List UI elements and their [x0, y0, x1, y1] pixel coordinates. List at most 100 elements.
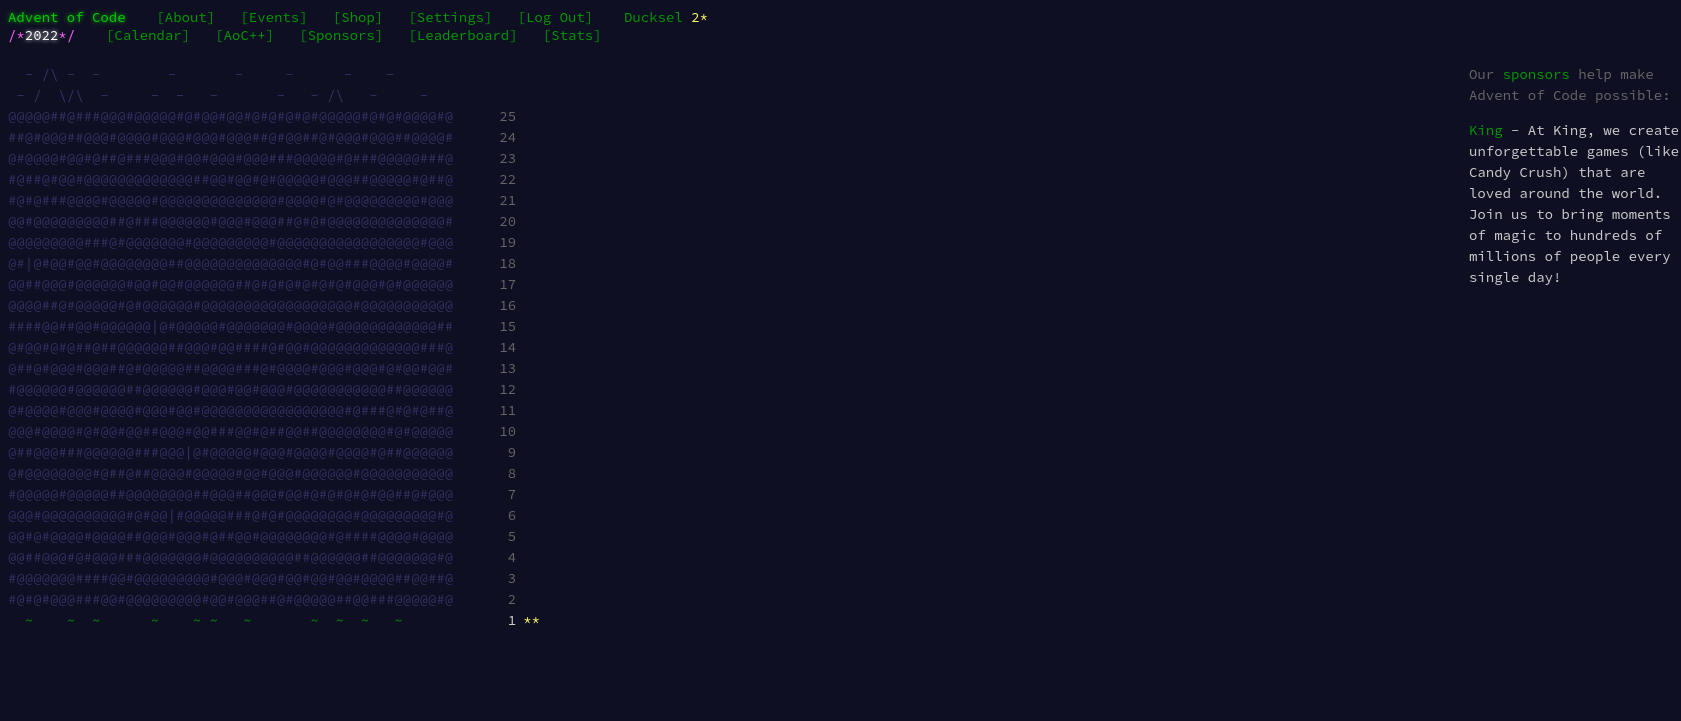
- calendar-day-17[interactable]: @@##@@@#@@@@@@#@@#@@#@@@@@@##@#@#@#@#@#@…: [8, 274, 540, 295]
- nav-shop[interactable]: [Shop]: [333, 8, 383, 26]
- calendar-day-number: 11: [499, 400, 516, 421]
- calendar-art: ~ ~ ~ ~ ~ ~ ~ ~ ~ ~ ~: [8, 611, 478, 629]
- calendar-day-18[interactable]: @#|@#@@#@@#@@@@@@@@##@@@@@@@@@@@@@@#@#@@…: [8, 253, 540, 274]
- calendar-art: @@@@@##@###@@@#@@@@@#@#@@#@@#@#@#@#@#@@@…: [8, 107, 478, 125]
- calendar-art: - /\ - - - - - - -: [8, 65, 478, 83]
- calendar-decoration: - /\ - - - - - - -: [8, 64, 540, 85]
- nav-logout[interactable]: [Log Out]: [518, 8, 594, 26]
- calendar-art: #@##@#@@#@@@@@@@@@@@@@##@@#@@#@#@@@@@#@@…: [8, 170, 478, 188]
- calendar-day-number: 8: [499, 463, 516, 484]
- sponsor-link[interactable]: King: [1469, 121, 1503, 139]
- sponsor-description: - At King, we create unforgettable games…: [1469, 121, 1679, 286]
- calendar-day-11[interactable]: @#@@@@#@@@#@@@@#@@@#@@#@@@@@@@@@@@@@@@@@…: [8, 400, 540, 421]
- calendar-art: #@#@#@@@###@@#@@@@@@@@@#@@#@@@##@#@@@@@#…: [8, 590, 478, 608]
- calendar-day-9[interactable]: @##@@@###@@@@@@###@@@|@#@@@@@#@@@#@@@@#@…: [8, 442, 540, 463]
- nav-stats[interactable]: [Stats]: [543, 26, 602, 44]
- sidebar: Our sponsors help make Advent of Code po…: [1469, 64, 1681, 302]
- calendar-day-number: 5: [499, 526, 516, 547]
- calendar-day-number: 6: [499, 505, 516, 526]
- calendar-day-20[interactable]: @@#@@@@@@@@@##@###@@@@@@#@@@#@@@##@#@#@@…: [8, 211, 540, 232]
- calendar-day-4[interactable]: @@##@@@#@#@@@###@@@@@@@#@@@@@@@@@@##@@@@…: [8, 547, 540, 568]
- calendar-art: #@@@@@@@####@@#@@@@@@@@@#@@@#@@@#@@#@@#@…: [8, 569, 478, 587]
- calendar-day-1[interactable]: ~ ~ ~ ~ ~ ~ ~ ~ ~ ~ ~ 1 **: [8, 610, 540, 631]
- calendar-day-7[interactable]: #@@@@@#@@@@@##@@@@@@@@##@@@##@@@#@@#@#@#…: [8, 484, 540, 505]
- calendar-day-19[interactable]: @@@@@@@@@###@#@@@@@@@#@@@@@@@@@#@@@@@@@@…: [8, 232, 540, 253]
- calendar-day-number: 20: [499, 211, 516, 232]
- user-star-count: 2*: [691, 8, 708, 26]
- event-title: /*2022*/: [8, 26, 89, 44]
- event-year-link[interactable]: 2022: [25, 26, 59, 44]
- sponsor-intro: Our sponsors help make Advent of Code po…: [1469, 64, 1679, 106]
- calendar-art: @@##@@@#@#@@@###@@@@@@@#@@@@@@@@@@##@@@@…: [8, 548, 478, 566]
- calendar-day-15[interactable]: ####@@##@@#@@@@@@|@#@@@@@#@@@@@@@#@@@@#@…: [8, 316, 540, 337]
- calendar-day-6[interactable]: @@@#@@@@@@@@@@#@#@@|#@@@@@###@#@#@@@@@@@…: [8, 505, 540, 526]
- calendar-day-21[interactable]: #@#@###@@@@#@@@@@#@@@@@@@@@@@@@@#@@@@#@#…: [8, 190, 540, 211]
- calendar-art: @@##@@@#@@@@@@#@@#@@#@@@@@@##@#@#@#@#@#@…: [8, 275, 478, 293]
- calendar-day-number: 18: [499, 253, 516, 274]
- home-link[interactable]: Advent of Code: [8, 8, 126, 26]
- calendar-day-number: 7: [499, 484, 516, 505]
- calendar-day-25[interactable]: @@@@@##@###@@@#@@@@@#@#@@#@@#@#@#@#@#@@@…: [8, 106, 540, 127]
- title-decoration-right: */: [58, 26, 75, 44]
- calendar-day-stars: **: [523, 611, 540, 629]
- calendar-day-24[interactable]: ##@#@@@##@@@#@@@@#@@@#@@@#@@@##@#@@##@#@…: [8, 127, 540, 148]
- calendar-day-8[interactable]: @#@@@@@@@@#@##@##@@@@#@@@@@#@@#@@@#@@@@@…: [8, 463, 540, 484]
- calendar-art: @#|@#@@#@@#@@@@@@@@##@@@@@@@@@@@@@@#@#@@…: [8, 254, 478, 272]
- user-name: Ducksel: [624, 8, 683, 26]
- calendar-day-2[interactable]: #@#@#@@@###@@#@@@@@@@@@#@@#@@@##@#@@@@@#…: [8, 589, 540, 610]
- site-title: Advent of Code: [8, 8, 140, 26]
- calendar-day-number: 25: [499, 106, 516, 127]
- calendar-day-number: 14: [499, 337, 516, 358]
- main-content: - /\ - - - - - - - - / \/\ - - - - - - /…: [8, 64, 1681, 631]
- calendar-art: ####@@##@@#@@@@@@|@#@@@@@#@@@@@@@#@@@@#@…: [8, 317, 478, 335]
- calendar-art: @@@#@@@@@@@@@@#@#@@|#@@@@@###@#@#@@@@@@@…: [8, 506, 478, 524]
- calendar-day-3[interactable]: #@@@@@@@####@@#@@@@@@@@@#@@@#@@@#@@#@@#@…: [8, 568, 540, 589]
- calendar-day-5[interactable]: @@#@#@@@@#@@@@##@@@#@@@#@##@@#@@@@@@@@#@…: [8, 526, 540, 547]
- sponsor-entry: King - At King, we create unforgettable …: [1469, 120, 1679, 288]
- calendar-day-number: 3: [499, 568, 516, 589]
- calendar-art: @#@@@@#@@@#@@@@#@@@#@@#@@@@@@@@@@@@@@@@@…: [8, 401, 478, 419]
- calendar-art: @@@@@@@@@###@#@@@@@@@#@@@@@@@@@#@@@@@@@@…: [8, 233, 478, 251]
- calendar-art: @@@@##@#@@@@@#@#@@@@@@#@@@@@@@@@@@@@@@@@…: [8, 296, 478, 314]
- nav-about[interactable]: [About]: [156, 8, 215, 26]
- calendar-day-number: 19: [499, 232, 516, 253]
- calendar-day-13[interactable]: @##@#@@@#@@@##@#@@@@@##@@@@###@#@@@@#@@@…: [8, 358, 540, 379]
- calendar-day-10[interactable]: @@@#@@@@#@#@@#@@##@@@#@@###@@#@##@@##@@@…: [8, 421, 540, 442]
- calendar-art: - / \/\ - - - - - - /\ - -: [8, 86, 478, 104]
- nav-aocpp[interactable]: [AoC++]: [215, 26, 274, 44]
- title-decoration-left: /*: [8, 26, 25, 44]
- calendar-day-number: 23: [499, 148, 516, 169]
- calendar-art: @#@@@@#@@#@##@###@@@#@@#@@@#@@@###@@@@@#…: [8, 149, 478, 167]
- calendar: - /\ - - - - - - - - / \/\ - - - - - - /…: [8, 64, 540, 631]
- user-info: Ducksel 2*: [610, 8, 708, 26]
- calendar-art: @#@@@@@@@@#@##@##@@@@#@@@@@#@@#@@@#@@@@@…: [8, 464, 478, 482]
- calendar-day-number: 4: [499, 547, 516, 568]
- sponsors-link[interactable]: sponsors: [1503, 65, 1570, 83]
- calendar-day-number: 2: [499, 589, 516, 610]
- calendar-day-23[interactable]: @#@@@@#@@#@##@###@@@#@@#@@@#@@@###@@@@@#…: [8, 148, 540, 169]
- calendar-day-14[interactable]: @#@@#@#@##@##@@@@@@##@@@#@@####@#@@#@@@@…: [8, 337, 540, 358]
- nav-events[interactable]: [Events]: [240, 8, 307, 26]
- calendar-art: ##@#@@@##@@@#@@@@#@@@#@@@#@@@##@#@@##@#@…: [8, 128, 478, 146]
- calendar-day-number: 16: [499, 295, 516, 316]
- nav-calendar[interactable]: [Calendar]: [106, 26, 190, 44]
- nav-event: [Calendar] [AoC++] [Sponsors] [Leaderboa…: [98, 26, 610, 44]
- calendar-art: @##@@@###@@@@@@###@@@|@#@@@@@#@@@#@@@@#@…: [8, 443, 478, 461]
- nav-leaderboard[interactable]: [Leaderboard]: [408, 26, 517, 44]
- calendar-day-number: 22: [499, 169, 516, 190]
- calendar-art: #@#@###@@@@#@@@@@#@@@@@@@@@@@@@@#@@@@#@#…: [8, 191, 478, 209]
- calendar-day-12[interactable]: #@@@@@@#@@@@@@##@@@@@@#@@@#@@#@@@#@@@@@@…: [8, 379, 540, 400]
- calendar-day-22[interactable]: #@##@#@@#@@@@@@@@@@@@@##@@#@@#@#@@@@@#@@…: [8, 169, 540, 190]
- calendar-day-number: 10: [499, 421, 516, 442]
- calendar-day-number: 1: [499, 610, 516, 631]
- calendar-art: @@#@#@@@@#@@@@##@@@#@@@#@##@@#@@@@@@@@#@…: [8, 527, 478, 545]
- calendar-day-16[interactable]: @@@@##@#@@@@@#@#@@@@@@#@@@@@@@@@@@@@@@@@…: [8, 295, 540, 316]
- calendar-art: #@@@@@@#@@@@@@##@@@@@@#@@@#@@#@@@#@@@@@@…: [8, 380, 478, 398]
- nav-sponsors[interactable]: [Sponsors]: [299, 26, 383, 44]
- calendar-decoration: - / \/\ - - - - - - /\ - -: [8, 85, 540, 106]
- calendar-art: @##@#@@@#@@@##@#@@@@@##@@@@###@#@@@@#@@@…: [8, 359, 478, 377]
- calendar-day-number: 24: [499, 127, 516, 148]
- nav-settings[interactable]: [Settings]: [408, 8, 492, 26]
- calendar-art: @@#@@@@@@@@@##@###@@@@@@#@@@#@@@##@#@#@@…: [8, 212, 478, 230]
- calendar-day-number: 13: [499, 358, 516, 379]
